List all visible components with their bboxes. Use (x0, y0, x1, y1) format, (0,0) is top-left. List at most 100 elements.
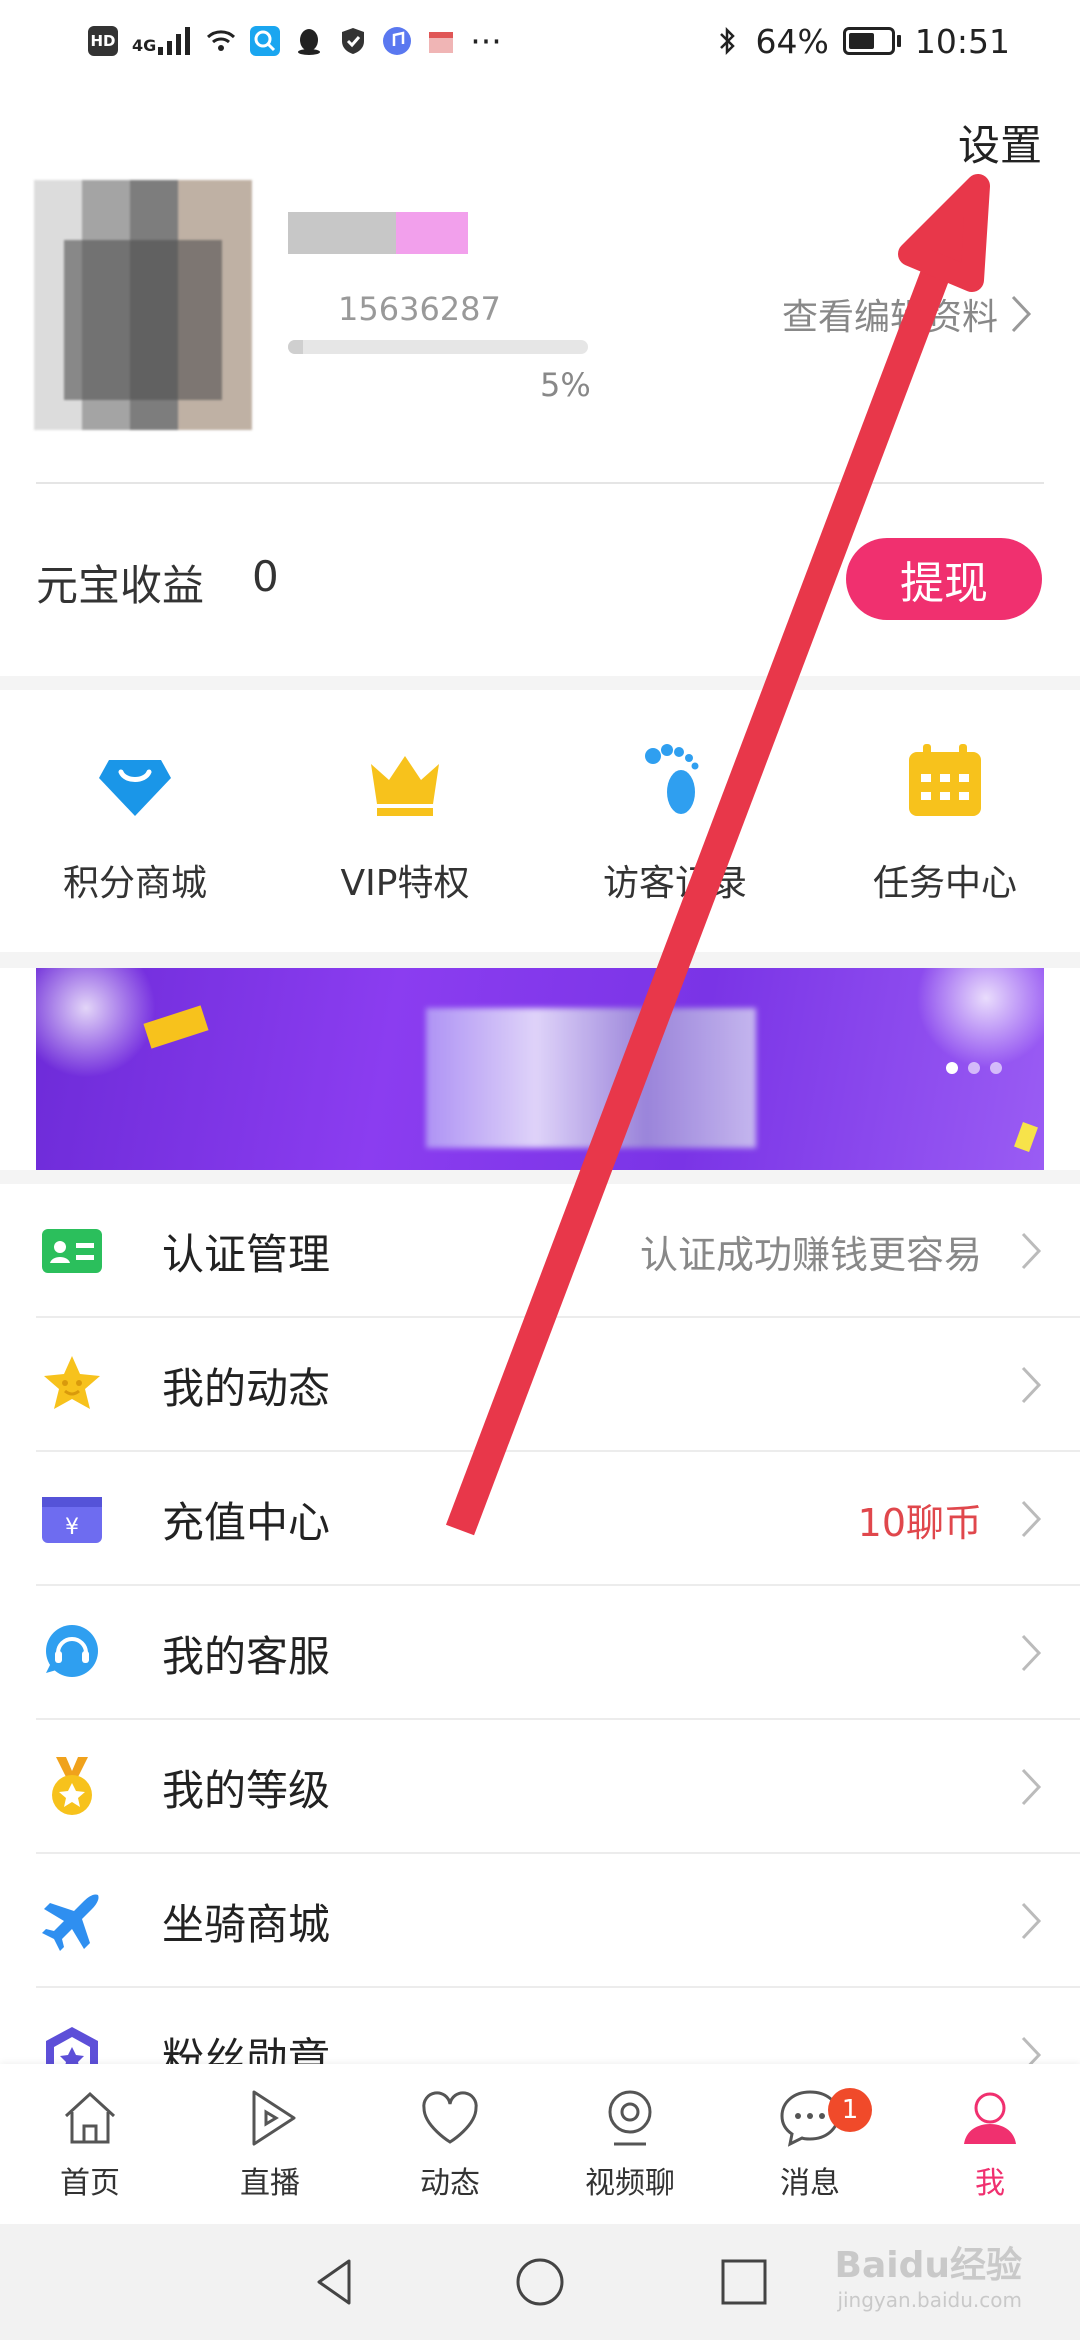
chevron-right-icon (1021, 1500, 1042, 1538)
battery-icon (842, 27, 901, 55)
menu-list: 认证管理 认证成功赚钱更容易 我的动态 ¥ 充值中心 10聊币 我的客服 我的等… (0, 1184, 1080, 2122)
tab-label: 消息 (780, 2166, 840, 2201)
menu-hint: 认证成功赚钱更容易 (639, 1232, 982, 1277)
section-gap (0, 1170, 1080, 1184)
svg-text:¥: ¥ (65, 1515, 79, 1540)
clock: 10:51 (914, 21, 1010, 61)
tab-label: 直播 (240, 2166, 300, 2201)
divider (36, 482, 1044, 484)
home-icon (64, 2091, 116, 2144)
menu-row-verification[interactable]: 认证管理 认证成功赚钱更容易 (0, 1184, 1080, 1318)
tab-label: 动态 (420, 2166, 480, 2201)
section-gap (0, 676, 1080, 690)
menu-label: 充值中心 (162, 1497, 331, 1547)
more-notifications-icon: ··· (470, 21, 502, 61)
profile-icon (964, 2092, 1016, 2144)
hd-icon: HD (88, 26, 118, 56)
plane-icon (42, 1894, 99, 1951)
tab-live[interactable]: 直播 (180, 2064, 360, 2224)
bluetooth-icon (719, 26, 735, 56)
tab-messages[interactable]: 消息 1 (720, 2064, 900, 2224)
menu-label: 我的客服 (162, 1631, 331, 1681)
profile-progress-bar (288, 340, 588, 354)
quick-label: 任务中心 (872, 863, 1017, 904)
tab-me[interactable]: 我 (900, 2064, 1080, 2224)
banner-glow (36, 968, 156, 1078)
watermark-brand: Baidu经验 (834, 2245, 1022, 2286)
nickname-blurred (288, 212, 468, 254)
chevron-right-icon (1021, 1366, 1042, 1404)
qq-icon (298, 29, 321, 55)
menu-row-customer-service[interactable]: 我的客服 (0, 1586, 1080, 1720)
quick-label: VIP特权 (340, 863, 470, 904)
chevron-right-icon (1011, 295, 1032, 333)
bottom-tab-bar: 首页 直播 动态 视频聊 消息 1 我 (0, 2064, 1080, 2224)
user-id: 15636287 (338, 290, 501, 328)
earnings-row: 元宝收益 0 (36, 552, 279, 613)
crown-icon (371, 756, 439, 816)
music-icon (383, 27, 412, 55)
quick-visitors[interactable]: 访客记录 (540, 690, 810, 952)
profile-progress-label: 5% (540, 366, 591, 404)
live-play-icon (252, 2090, 296, 2146)
banner-glow (916, 968, 1044, 1068)
menu-label: 我的等级 (162, 1765, 331, 1815)
tab-home[interactable]: 首页 (0, 2064, 180, 2224)
baidu-watermark: Baidu经验 jingyan.baidu.com (835, 2236, 1022, 2312)
quick-points-mall[interactable]: 积分商城 (0, 690, 270, 952)
chevron-right-icon (1021, 1634, 1042, 1672)
section-gap (0, 952, 1080, 968)
menu-label: 坐骑商城 (162, 1899, 331, 1949)
quick-vip[interactable]: VIP特权 (270, 690, 540, 952)
unread-badge: 1 (828, 2088, 872, 2132)
quick-entries: 积分商城 VIP特权 访客记录 任务中心 (0, 690, 1080, 952)
menu-row-mount-store[interactable]: 坐骑商城 (0, 1854, 1080, 1988)
headset-icon (46, 1625, 98, 1677)
chevron-right-icon (1021, 1768, 1042, 1806)
gift-box-icon (429, 32, 454, 53)
tab-label: 我 (975, 2166, 1005, 2201)
menu-row-recharge[interactable]: ¥ 充值中心 10聊币 (0, 1452, 1080, 1586)
quick-label: 积分商城 (62, 863, 207, 904)
edit-profile-label: 查看编辑资料 (781, 297, 998, 338)
coin-balance: 10聊币 (857, 1500, 982, 1545)
home-circle-icon[interactable] (513, 2255, 567, 2309)
menu-row-level[interactable]: 我的等级 (0, 1720, 1080, 1854)
tab-video-chat[interactable]: 视频聊 (540, 2064, 720, 2224)
chevron-right-icon (1021, 1902, 1042, 1940)
shield-icon (342, 28, 365, 54)
heart-icon (422, 2091, 478, 2144)
video-chat-icon (608, 2090, 652, 2146)
back-triangle-icon[interactable] (309, 2255, 363, 2309)
footprint-icon (645, 744, 699, 814)
recents-square-icon[interactable] (717, 2255, 771, 2309)
signal-icon: 4G (132, 27, 192, 55)
tab-moments[interactable]: 动态 (360, 2064, 540, 2224)
status-right: 64% 10:51 (712, 22, 1010, 61)
tab-label: 首页 (60, 2166, 120, 2201)
tab-label: 视频聊 (585, 2166, 675, 2201)
watermark-site: jingyan.baidu.com (837, 2288, 1022, 2312)
banner-pager-dots[interactable] (946, 1062, 1002, 1074)
medal-icon (52, 1757, 92, 1815)
star-icon (44, 1356, 100, 1409)
withdraw-button[interactable]: 提现 (846, 538, 1042, 620)
avatar[interactable] (34, 180, 252, 430)
confetti (1014, 1122, 1038, 1152)
shopping-bag-icon (99, 760, 171, 816)
earnings-label: 元宝收益 (36, 561, 205, 610)
chevron-right-icon (1021, 1232, 1042, 1270)
quick-task-center[interactable]: 任务中心 (810, 690, 1080, 952)
earnings-value: 0 (252, 552, 279, 601)
status-left: HD 4G ··· (88, 22, 502, 61)
quick-label: 访客记录 (602, 863, 747, 904)
menu-label: 我的动态 (162, 1363, 331, 1413)
menu-row-my-posts[interactable]: 我的动态 (0, 1318, 1080, 1452)
wifi-icon (207, 30, 236, 51)
edit-profile-link[interactable]: 查看编辑资料 (782, 288, 1032, 340)
status-bar: HD 4G ··· 64% 10:51 (0, 0, 1080, 82)
settings-button[interactable]: 设置 (958, 112, 1042, 173)
promo-banner[interactable] (36, 968, 1044, 1170)
battery-percent: 64% (755, 21, 829, 61)
profile-progress-fill (288, 340, 303, 354)
